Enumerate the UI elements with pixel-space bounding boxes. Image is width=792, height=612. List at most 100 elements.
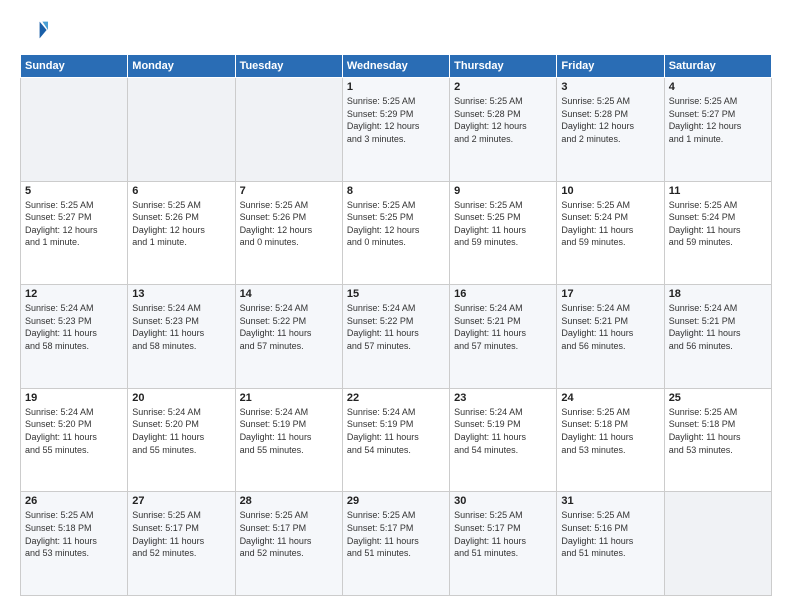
day-number: 4	[669, 81, 767, 93]
day-number: 5	[25, 185, 123, 197]
cell-content: Sunrise: 5:25 AM Sunset: 5:27 PM Dayligh…	[669, 95, 767, 145]
cell-content: Sunrise: 5:25 AM Sunset: 5:18 PM Dayligh…	[669, 406, 767, 456]
day-number: 1	[347, 81, 445, 93]
calendar-cell: 12 Sunrise: 5:24 AM Sunset: 5:23 PM Dayli…	[21, 285, 128, 389]
weekday-header-row: SundayMondayTuesdayWednesdayThursdayFrid…	[21, 55, 772, 78]
calendar-cell: 8 Sunrise: 5:25 AM Sunset: 5:25 PM Daylig…	[342, 181, 449, 285]
calendar-cell: 9 Sunrise: 5:25 AM Sunset: 5:25 PM Daylig…	[450, 181, 557, 285]
day-number: 3	[561, 81, 659, 93]
cell-content: Sunrise: 5:25 AM Sunset: 5:17 PM Dayligh…	[347, 509, 445, 559]
day-number: 9	[454, 185, 552, 197]
day-number: 25	[669, 392, 767, 404]
weekday-header-friday: Friday	[557, 55, 664, 78]
calendar-cell	[235, 78, 342, 182]
calendar-cell: 2Sunrise: 5:25 AM Sunset: 5:28 PM Daylig…	[450, 78, 557, 182]
cell-content: Sunrise: 5:24 AM Sunset: 5:23 PM Dayligh…	[132, 302, 230, 352]
day-number: 30	[454, 495, 552, 507]
calendar-cell	[21, 78, 128, 182]
day-number: 17	[561, 288, 659, 300]
calendar-cell: 1 Sunrise: 5:25 AM Sunset: 5:29 PM Daylig…	[342, 78, 449, 182]
cell-content: Sunrise: 5:24 AM Sunset: 5:21 PM Dayligh…	[669, 302, 767, 352]
cell-content: Sunrise: 5:24 AM Sunset: 5:19 PM Dayligh…	[347, 406, 445, 456]
calendar-cell: 29 Sunrise: 5:25 AM Sunset: 5:17 PM Dayli…	[342, 492, 449, 596]
calendar-cell: 11Sunrise: 5:25 AM Sunset: 5:24 PM Dayli…	[664, 181, 771, 285]
calendar-cell: 24Sunrise: 5:25 AM Sunset: 5:18 PM Dayli…	[557, 388, 664, 492]
day-number: 10	[561, 185, 659, 197]
cell-content: Sunrise: 5:25 AM Sunset: 5:17 PM Dayligh…	[132, 509, 230, 559]
calendar-cell: 23 Sunrise: 5:24 AM Sunset: 5:19 PM Dayli…	[450, 388, 557, 492]
calendar-cell: 14 Sunrise: 5:24 AM Sunset: 5:22 PM Dayli…	[235, 285, 342, 389]
day-number: 15	[347, 288, 445, 300]
calendar-cell: 13Sunrise: 5:24 AM Sunset: 5:23 PM Dayli…	[128, 285, 235, 389]
day-number: 8	[347, 185, 445, 197]
weekday-header-saturday: Saturday	[664, 55, 771, 78]
calendar-cell: 30 Sunrise: 5:25 AM Sunset: 5:17 PM Dayli…	[450, 492, 557, 596]
week-row-2: 5Sunrise: 5:25 AM Sunset: 5:27 PM Daylig…	[21, 181, 772, 285]
calendar-cell: 6 Sunrise: 5:25 AM Sunset: 5:26 PM Daylig…	[128, 181, 235, 285]
calendar-cell	[664, 492, 771, 596]
cell-content: Sunrise: 5:24 AM Sunset: 5:19 PM Dayligh…	[454, 406, 552, 456]
calendar-cell: 20 Sunrise: 5:24 AM Sunset: 5:20 PM Dayli…	[128, 388, 235, 492]
day-number: 6	[132, 185, 230, 197]
cell-content: Sunrise: 5:24 AM Sunset: 5:21 PM Dayligh…	[561, 302, 659, 352]
day-number: 14	[240, 288, 338, 300]
cell-content: Sunrise: 5:25 AM Sunset: 5:17 PM Dayligh…	[240, 509, 338, 559]
cell-content: Sunrise: 5:24 AM Sunset: 5:19 PM Dayligh…	[240, 406, 338, 456]
weekday-header-thursday: Thursday	[450, 55, 557, 78]
day-number: 18	[669, 288, 767, 300]
week-row-4: 19 Sunrise: 5:24 AM Sunset: 5:20 PM Dayli…	[21, 388, 772, 492]
calendar-cell: 5Sunrise: 5:25 AM Sunset: 5:27 PM Daylig…	[21, 181, 128, 285]
calendar-cell: 31Sunrise: 5:25 AM Sunset: 5:16 PM Dayli…	[557, 492, 664, 596]
weekday-header-tuesday: Tuesday	[235, 55, 342, 78]
cell-content: Sunrise: 5:24 AM Sunset: 5:22 PM Dayligh…	[347, 302, 445, 352]
cell-content: Sunrise: 5:25 AM Sunset: 5:25 PM Dayligh…	[454, 199, 552, 249]
cell-content: Sunrise: 5:25 AM Sunset: 5:26 PM Dayligh…	[240, 199, 338, 249]
day-number: 22	[347, 392, 445, 404]
cell-content: Sunrise: 5:24 AM Sunset: 5:22 PM Dayligh…	[240, 302, 338, 352]
cell-content: Sunrise: 5:25 AM Sunset: 5:18 PM Dayligh…	[25, 509, 123, 559]
logo-icon	[20, 16, 48, 44]
cell-content: Sunrise: 5:25 AM Sunset: 5:17 PM Dayligh…	[454, 509, 552, 559]
week-row-1: 1 Sunrise: 5:25 AM Sunset: 5:29 PM Daylig…	[21, 78, 772, 182]
cell-content: Sunrise: 5:25 AM Sunset: 5:25 PM Dayligh…	[347, 199, 445, 249]
calendar-cell: 18 Sunrise: 5:24 AM Sunset: 5:21 PM Dayli…	[664, 285, 771, 389]
day-number: 31	[561, 495, 659, 507]
day-number: 21	[240, 392, 338, 404]
day-number: 11	[669, 185, 767, 197]
week-row-5: 26Sunrise: 5:25 AM Sunset: 5:18 PM Dayli…	[21, 492, 772, 596]
day-number: 16	[454, 288, 552, 300]
calendar-cell: 19Sunrise: 5:24 AM Sunset: 5:20 PM Dayli…	[21, 388, 128, 492]
calendar-cell: 26Sunrise: 5:25 AM Sunset: 5:18 PM Dayli…	[21, 492, 128, 596]
cell-content: Sunrise: 5:24 AM Sunset: 5:20 PM Dayligh…	[132, 406, 230, 456]
day-number: 27	[132, 495, 230, 507]
calendar-cell: 15 Sunrise: 5:24 AM Sunset: 5:22 PM Dayli…	[342, 285, 449, 389]
cell-content: Sunrise: 5:24 AM Sunset: 5:23 PM Dayligh…	[25, 302, 123, 352]
day-number: 7	[240, 185, 338, 197]
cell-content: Sunrise: 5:25 AM Sunset: 5:24 PM Dayligh…	[561, 199, 659, 249]
calendar-cell: 25 Sunrise: 5:25 AM Sunset: 5:18 PM Dayli…	[664, 388, 771, 492]
calendar-page: SundayMondayTuesdayWednesdayThursdayFrid…	[0, 0, 792, 612]
cell-content: Sunrise: 5:25 AM Sunset: 5:28 PM Dayligh…	[454, 95, 552, 145]
day-number: 23	[454, 392, 552, 404]
calendar-cell: 17 Sunrise: 5:24 AM Sunset: 5:21 PM Dayli…	[557, 285, 664, 389]
cell-content: Sunrise: 5:25 AM Sunset: 5:26 PM Dayligh…	[132, 199, 230, 249]
day-number: 19	[25, 392, 123, 404]
calendar-table: SundayMondayTuesdayWednesdayThursdayFrid…	[20, 54, 772, 596]
day-number: 20	[132, 392, 230, 404]
week-row-3: 12 Sunrise: 5:24 AM Sunset: 5:23 PM Dayli…	[21, 285, 772, 389]
calendar-cell: 10 Sunrise: 5:25 AM Sunset: 5:24 PM Dayli…	[557, 181, 664, 285]
cell-content: Sunrise: 5:25 AM Sunset: 5:28 PM Dayligh…	[561, 95, 659, 145]
cell-content: Sunrise: 5:25 AM Sunset: 5:29 PM Dayligh…	[347, 95, 445, 145]
calendar-cell: 21 Sunrise: 5:24 AM Sunset: 5:19 PM Dayli…	[235, 388, 342, 492]
calendar-cell: 22 Sunrise: 5:24 AM Sunset: 5:19 PM Dayli…	[342, 388, 449, 492]
weekday-header-wednesday: Wednesday	[342, 55, 449, 78]
day-number: 12	[25, 288, 123, 300]
calendar-cell: 28Sunrise: 5:25 AM Sunset: 5:17 PM Dayli…	[235, 492, 342, 596]
weekday-header-monday: Monday	[128, 55, 235, 78]
day-number: 29	[347, 495, 445, 507]
cell-content: Sunrise: 5:24 AM Sunset: 5:21 PM Dayligh…	[454, 302, 552, 352]
weekday-header-sunday: Sunday	[21, 55, 128, 78]
calendar-cell: 3 Sunrise: 5:25 AM Sunset: 5:28 PM Daylig…	[557, 78, 664, 182]
cell-content: Sunrise: 5:25 AM Sunset: 5:18 PM Dayligh…	[561, 406, 659, 456]
logo	[20, 16, 52, 44]
